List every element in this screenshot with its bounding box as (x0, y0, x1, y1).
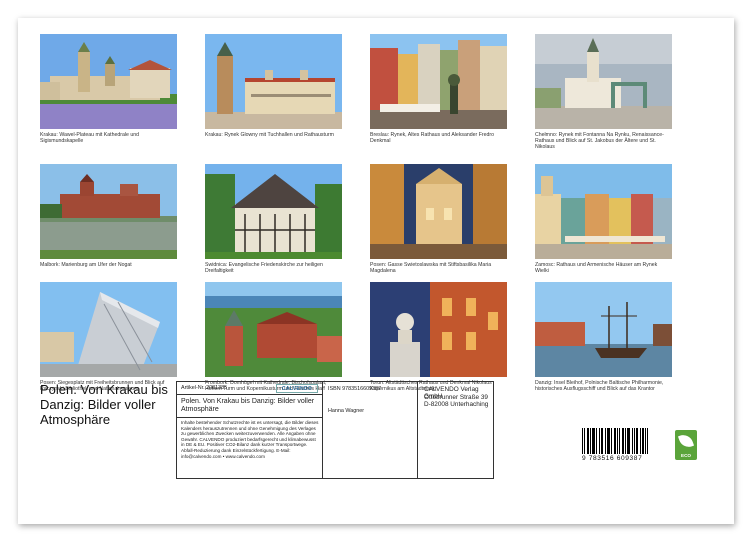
info-box: Artikel-Nr. 2081385 CALVENDO Polen. Von … (176, 381, 494, 479)
photo-tile: Breslau: Rynek, Altes Rathaus und Aleksa… (370, 34, 507, 144)
photo-caption: Chełmno: Rynek mit Fontanna Na Rynku, Re… (535, 132, 664, 150)
divider (177, 394, 322, 395)
photo-danzig (535, 282, 672, 377)
divider (177, 417, 322, 418)
photo-caption: Krakau: Wawel-Plateau mit Kathedrale und… (40, 132, 139, 144)
publisher-line: D-82008 Unterhaching (424, 401, 489, 408)
photo-caption: Danzig: Insel Bleihof, Polnische Baltisc… (535, 380, 664, 392)
photo-tile: Zamosc: Rathaus und Armenische Häuser am… (535, 164, 672, 274)
photo-breslau (370, 34, 507, 129)
info-title: Polen. Von Krakau bis Danzig: Bilder vol… (181, 398, 315, 413)
eco-badge: ECO (675, 430, 697, 460)
photo-frombork (205, 282, 342, 377)
photo-tile: Posen: Gasse Swietoslawska mit Stiftsbas… (370, 164, 507, 274)
photo-caption: Posen: Gasse Swietoslawska mit Stiftsbas… (370, 262, 492, 274)
photo-grid: Krakau: Wawel-Plateau mit Kathedrale und… (40, 34, 672, 414)
photo-tile: Krakau: Rynek Glowny mit Tuchhallen und … (205, 34, 342, 138)
author: Hanna Wagner (328, 408, 365, 414)
photo-tile: Malbork: Marienburg am Ufer der Nogat (40, 164, 177, 268)
photo-wawel (40, 34, 177, 129)
photo-posen-siegesplatz (40, 282, 177, 377)
isbn: ISBN 9783516609387 (328, 386, 382, 392)
barcode: 9 783516 609387 (582, 428, 662, 468)
calendar-title-block: Polen. Von Krakau bis Danzig: Bilder vol… (40, 382, 190, 427)
photo-tile: Frombork: Domhügel mit Kathedrale, Bisch… (205, 282, 342, 392)
barcode-digits: 9 783516 609387 (582, 455, 643, 462)
photo-tile: Swidnica: Evangelische Friedenskirche zu… (205, 164, 342, 274)
photo-posen-gasse (370, 164, 507, 259)
calvendo-logo: CALVENDO (276, 384, 318, 393)
photo-tile: Chełmno: Rynek mit Fontanna Na Rynku, Re… (535, 34, 672, 150)
eco-label: ECO (681, 453, 691, 458)
photo-rynek-krakau (205, 34, 342, 129)
photo-zamosc (535, 164, 672, 259)
divider (417, 382, 418, 478)
photo-caption: Krakau: Rynek Glowny mit Tuchhallen und … (205, 132, 334, 138)
photo-tile: Torun: Altstädtisches Rathaus und Denkma… (370, 282, 507, 392)
photo-caption: Breslau: Rynek, Altes Rathaus und Aleksa… (370, 132, 494, 144)
photo-caption: Zamosc: Rathaus und Armenische Häuser am… (535, 262, 658, 274)
photo-malbork (40, 164, 177, 259)
leaf-icon (677, 432, 695, 450)
photo-caption: Swidnica: Evangelische Friedenskirche zu… (205, 262, 323, 274)
article-number: Artikel-Nr. 2081385 (181, 385, 228, 391)
photo-chelmno (535, 34, 672, 129)
barcode-bars (582, 428, 662, 454)
calendar-title: Polen. Von Krakau bis Danzig: Bilder vol… (40, 382, 168, 427)
photo-tile: Krakau: Wawel-Plateau mit Kathedrale und… (40, 34, 177, 144)
photo-torun (370, 282, 507, 377)
photo-tile: Danzig: Insel Bleihof, Polnische Baltisc… (535, 282, 672, 392)
legal-notice: Inhalte bestehender Schutzrechte ist es … (181, 420, 319, 459)
publisher-line: Ottobrunner Straße 39 (424, 393, 488, 401)
photo-swidnica (205, 164, 342, 259)
divider (322, 382, 323, 478)
photo-tile: Posen: Siegesplatz mit Freiheitsbrunnen … (40, 282, 177, 392)
photo-caption: Malbork: Marienburg am Ufer der Nogat (40, 262, 132, 268)
